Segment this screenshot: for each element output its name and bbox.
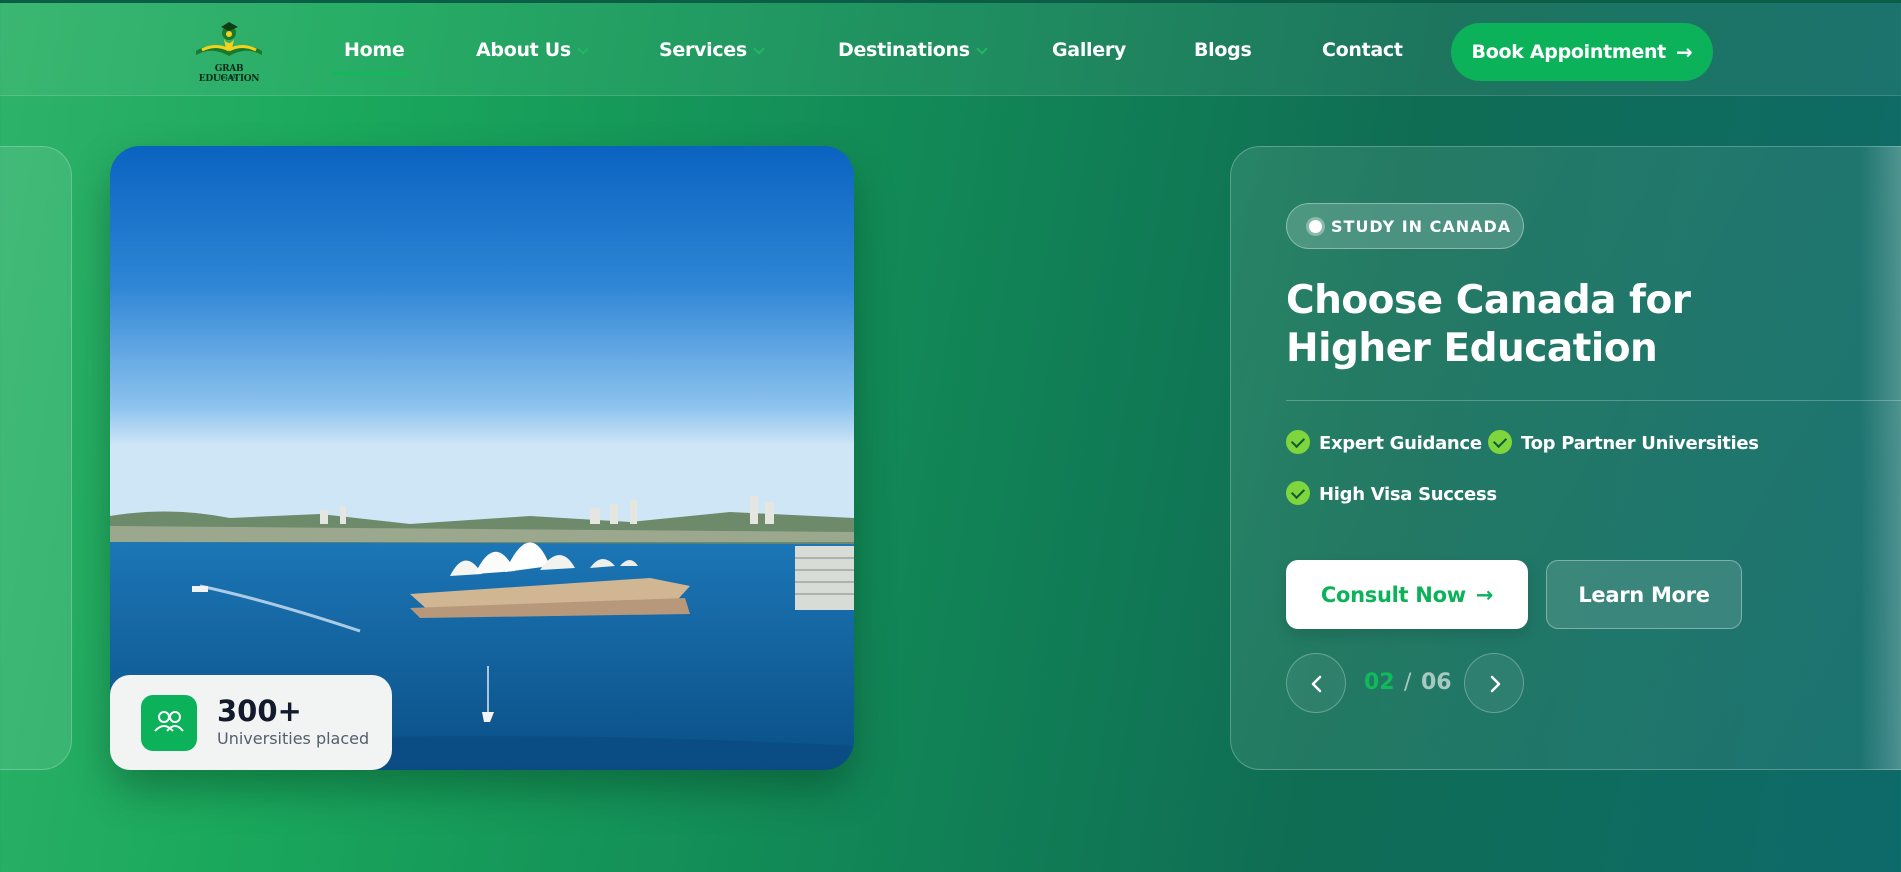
feature-label: Top Partner Universities [1521, 433, 1759, 454]
brand-name: GRAB EDUCATION [198, 64, 260, 84]
learn-more-label: Learn More [1578, 582, 1710, 607]
brand-tagline: THE WAY [220, 75, 238, 80]
nav-about-us-label: About Us [476, 39, 571, 61]
nav-gallery[interactable]: Gallery [1052, 39, 1126, 61]
nav-about-us[interactable]: About Us [476, 39, 589, 61]
feature-item: Top Partner Universities [1488, 430, 1759, 456]
nav-destinations[interactable]: Destinations [838, 39, 988, 61]
nav-home[interactable]: Home [344, 39, 405, 61]
next-slide-button[interactable] [1464, 653, 1524, 713]
brand-logo[interactable]: GRAB EDUCATION THE WAY [188, 17, 270, 84]
destination-badge: STUDY IN CANADA [1286, 203, 1524, 249]
nav-blogs[interactable]: Blogs [1194, 39, 1252, 61]
users-icon [141, 695, 197, 751]
stat-card: 300+ Universities placed [110, 675, 392, 770]
consult-now-button[interactable]: Consult Now → [1286, 560, 1528, 629]
nav-gallery-label: Gallery [1052, 39, 1126, 61]
learn-more-button[interactable]: Learn More [1546, 560, 1742, 629]
nav-services[interactable]: Services [659, 39, 765, 61]
previous-slide-button[interactable] [1286, 653, 1346, 713]
next-slide-fade [1860, 146, 1901, 770]
nav-blogs-label: Blogs [1194, 39, 1252, 61]
nav-home-label: Home [344, 39, 405, 61]
arrow-right-icon: → [1475, 582, 1494, 607]
chevron-right-icon [1490, 675, 1501, 693]
hero-divider [1286, 400, 1901, 401]
stat-value: 300+ [217, 694, 302, 728]
nav-contact[interactable]: Contact [1322, 39, 1403, 61]
check-circle-icon [1286, 481, 1310, 505]
chevron-down-icon [753, 43, 765, 55]
graduate-book-logo-icon [196, 22, 262, 56]
arrow-right-icon: → [1675, 40, 1693, 64]
nav-services-label: Services [659, 39, 747, 61]
chevron-down-icon [577, 43, 589, 55]
book-appointment-button[interactable]: Book Appointment → [1451, 23, 1713, 81]
pager-separator: / [1404, 670, 1412, 695]
nav-active-indicator [333, 72, 410, 75]
chevron-left-icon [1311, 675, 1322, 693]
site-header: GRAB EDUCATION THE WAY Home About Us Ser… [0, 3, 1901, 96]
feature-item: High Visa Success [1286, 481, 1497, 507]
feature-item: Expert Guidance [1286, 430, 1482, 456]
feature-label: High Visa Success [1319, 484, 1497, 505]
previous-slide-card[interactable] [0, 146, 72, 770]
nav-contact-label: Contact [1322, 39, 1403, 61]
pager-total: 06 [1421, 670, 1452, 695]
nav-destinations-label: Destinations [838, 39, 970, 61]
badge-label: STUDY IN CANADA [1331, 217, 1512, 236]
consult-now-label: Consult Now [1320, 582, 1466, 607]
feature-label: Expert Guidance [1319, 433, 1482, 454]
check-circle-icon [1488, 430, 1512, 454]
badge-dot-icon [1309, 220, 1322, 233]
stat-label: Universities placed [217, 729, 370, 748]
hero-headline: Choose Canada for Higher Education [1286, 278, 1691, 371]
book-appointment-label: Book Appointment [1471, 41, 1667, 63]
check-circle-icon [1286, 430, 1310, 454]
pager-current: 02 [1364, 670, 1395, 695]
chevron-down-icon [976, 43, 988, 55]
